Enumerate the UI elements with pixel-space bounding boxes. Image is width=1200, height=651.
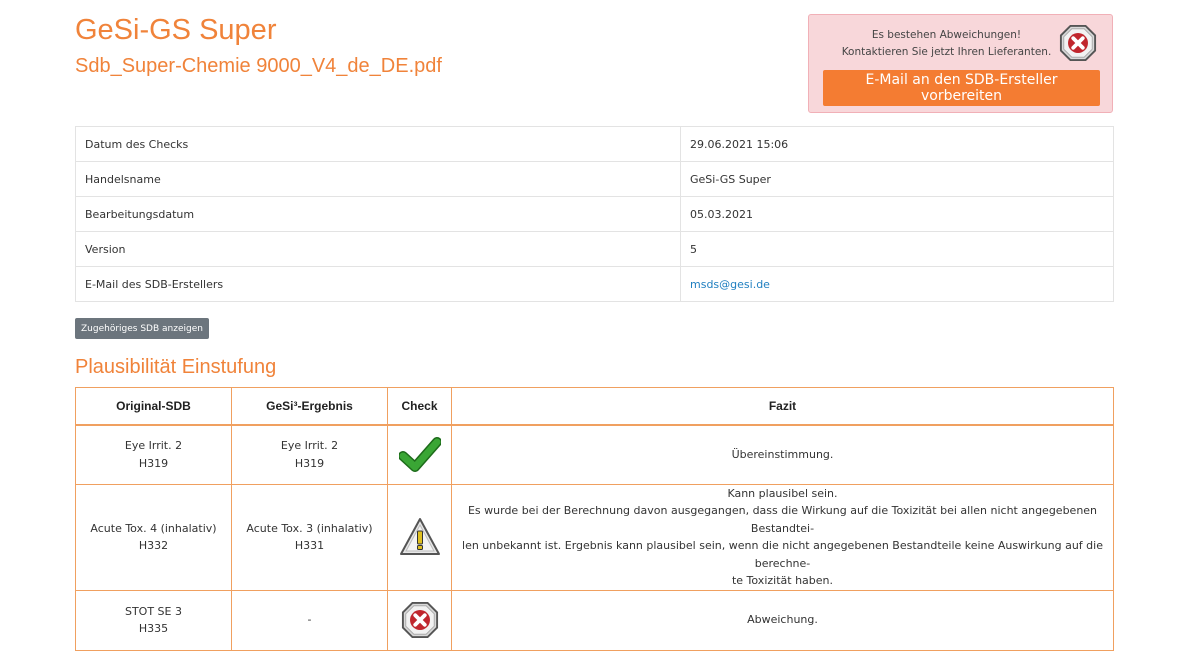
fazit-line: Abweichung.	[747, 613, 818, 627]
column-header-gesi: GeSi³-Ergebnis	[231, 387, 388, 426]
fazit-cell: Übereinstimmung.	[451, 424, 1114, 485]
table-header-row: Original-SDB GeSi³-Ergebnis Check Fazit	[75, 387, 1114, 426]
table-row: STOT SE 3 H335 - Abweichung.	[75, 589, 1114, 651]
original-cell: Eye Irrit. 2 H319	[75, 424, 232, 485]
hazard-code: H332	[138, 539, 169, 552]
table-row: Handelsname GeSi-GS Super	[75, 161, 1114, 197]
alert-line-1: Es bestehen Abweichungen!	[871, 29, 1022, 41]
hazard-code: H331	[294, 539, 325, 552]
show-sdb-button[interactable]: Zugehöriges SDB anzeigen	[75, 318, 209, 339]
fazit-line: Übereinstimmung.	[731, 448, 834, 461]
column-header-fazit: Fazit	[451, 387, 1114, 426]
row-value: GeSi-GS Super	[680, 161, 1114, 197]
table-row: Datum des Checks 29.06.2021 15:06	[75, 126, 1114, 162]
error-x-icon	[1059, 24, 1097, 62]
fazit-cell: Kann plausibel sein. Es wurde bei der Be…	[451, 483, 1114, 591]
fazit-line: len unbekannt ist. Ergebnis kann plausib…	[462, 539, 1103, 570]
row-value: 5	[680, 231, 1114, 267]
check-cell	[387, 589, 452, 651]
deviation-alert: Es bestehen Abweichungen! Kontaktieren S…	[808, 14, 1113, 113]
fazit-cell: Abweichung.	[451, 589, 1114, 651]
row-value: 05.03.2021	[680, 196, 1114, 232]
gesi-cell: Eye Irrit. 2 H319	[231, 424, 388, 485]
classification-text: -	[307, 613, 312, 627]
hazard-code: H335	[138, 622, 169, 635]
classification-text: Eye Irrit. 2	[124, 439, 183, 453]
error-x-icon	[401, 601, 438, 639]
fazit-line: te Toxizität haben.	[731, 574, 833, 587]
hazard-code: H319	[138, 456, 169, 470]
prepare-email-button[interactable]: E-Mail an den SDB-Ersteller vorbereiten	[823, 70, 1100, 106]
table-row: E-Mail des SDB-Erstellers msds@gesi.de	[75, 266, 1114, 302]
checkmark-icon	[398, 436, 441, 472]
plausibility-table: Original-SDB GeSi³-Ergebnis Check Fazit …	[75, 387, 1114, 651]
original-cell: STOT SE 3 H335	[75, 589, 232, 651]
sdb-author-email-link[interactable]: msds@gesi.de	[690, 278, 770, 291]
row-label: E-Mail des SDB-Erstellers	[75, 266, 681, 302]
row-value: msds@gesi.de	[680, 266, 1114, 302]
column-header-check: Check	[387, 387, 452, 426]
original-cell: Acute Tox. 4 (inhalativ) H332	[75, 483, 232, 591]
table-row: Version 5	[75, 231, 1114, 267]
page-title: GeSi-GS Super	[75, 14, 277, 46]
row-label: Bearbeitungsdatum	[75, 196, 681, 232]
gesi-cell: Acute Tox. 3 (inhalativ) H331	[231, 483, 388, 591]
classification-text: Eye Irrit. 2	[280, 439, 339, 453]
row-label: Version	[75, 231, 681, 267]
warning-icon	[399, 518, 440, 555]
check-info-table: Datum des Checks 29.06.2021 15:06 Handel…	[75, 126, 1114, 302]
fazit-line: Es wurde bei der Berechnung davon ausgeg…	[467, 504, 1098, 535]
alert-line-2: Kontaktieren Sie jetzt Ihren Lieferanten…	[841, 46, 1052, 58]
table-row: Acute Tox. 4 (inhalativ) H332 Acute Tox.…	[75, 483, 1114, 591]
row-label: Handelsname	[75, 161, 681, 197]
section-title: Plausibilität Einstufung	[75, 356, 277, 378]
classification-text: STOT SE 3	[124, 604, 182, 618]
check-cell	[387, 483, 452, 591]
check-cell	[387, 424, 452, 485]
column-header-original: Original-SDB	[75, 387, 232, 426]
gesi-cell: -	[231, 589, 388, 651]
row-label: Datum des Checks	[75, 126, 681, 162]
classification-text: Acute Tox. 4 (inhalativ)	[90, 521, 217, 535]
row-value: 29.06.2021 15:06	[680, 126, 1114, 162]
alert-message: Es bestehen Abweichungen! Kontaktieren S…	[819, 27, 1074, 61]
fazit-line: Kann plausibel sein.	[727, 486, 838, 500]
table-row: Eye Irrit. 2 H319 Eye Irrit. 2 H319 Über…	[75, 424, 1114, 485]
hazard-code: H319	[294, 456, 325, 470]
table-row: Bearbeitungsdatum 05.03.2021	[75, 196, 1114, 232]
classification-text: Acute Tox. 3 (inhalativ)	[246, 521, 373, 535]
file-name: Sdb_Super-Chemie 9000_V4_de_DE.pdf	[75, 55, 442, 77]
